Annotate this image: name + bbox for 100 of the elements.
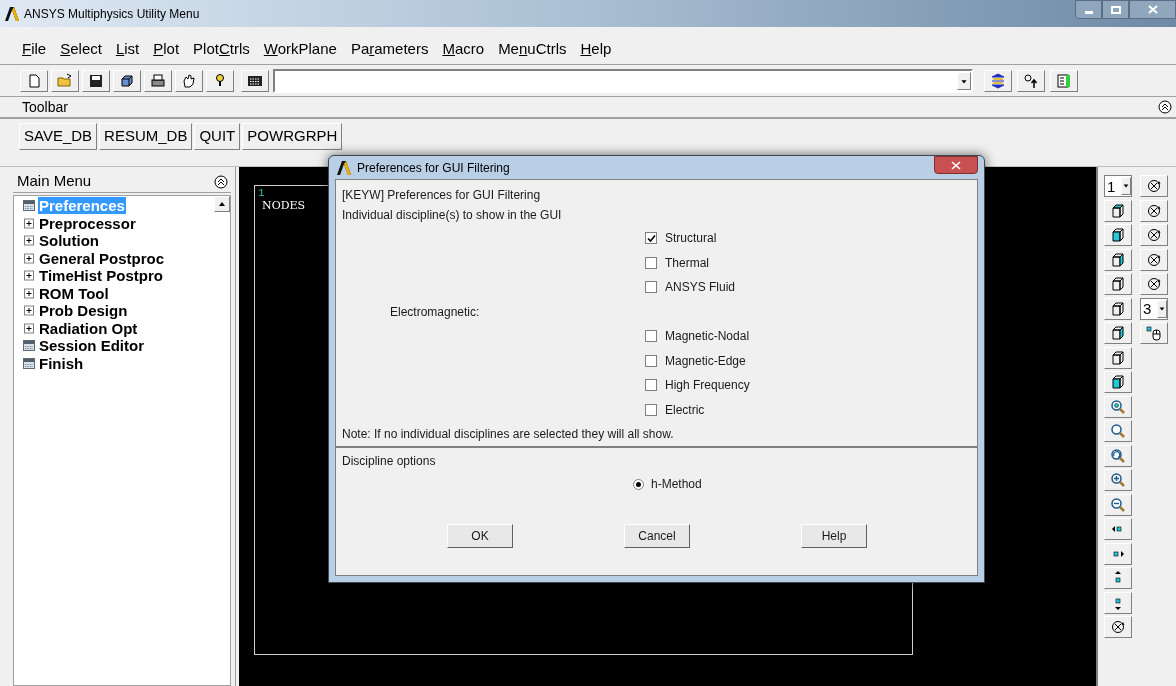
expand-icon[interactable] xyxy=(23,270,35,282)
menu-item[interactable]: Select xyxy=(60,38,102,61)
tool-button[interactable] xyxy=(1104,322,1132,344)
maximize-button[interactable] xyxy=(1102,0,1129,19)
expand-icon[interactable] xyxy=(23,287,35,299)
checkbox[interactable] xyxy=(645,379,657,392)
cube-icon xyxy=(1110,300,1126,317)
dropdown[interactable]: 3 xyxy=(1140,297,1168,320)
window-title: ANSYS Multiphysics Utility Menu xyxy=(24,5,200,23)
cube-icon xyxy=(1110,276,1126,292)
collapse-icon[interactable] xyxy=(1158,100,1172,114)
caret-icon xyxy=(957,71,971,90)
toolbar-button[interactable]: QUIT xyxy=(194,122,241,150)
tool-button[interactable] xyxy=(1104,224,1132,246)
checkbox-label: Magnetic-Nodal xyxy=(665,328,750,346)
menu-tree-item[interactable]: Prob Design xyxy=(38,302,129,320)
dialog-button[interactable]: OK xyxy=(447,524,513,548)
radio-button[interactable] xyxy=(633,478,644,490)
checkbox[interactable] xyxy=(645,232,657,245)
scroll-up-button[interactable] xyxy=(214,196,230,212)
collapse-icon[interactable] xyxy=(214,174,228,189)
expand-icon[interactable] xyxy=(23,217,35,229)
app-logo-icon xyxy=(336,160,352,175)
tool-button[interactable] xyxy=(1140,273,1168,295)
dialog-button[interactable]: Help xyxy=(801,524,867,548)
menu-item[interactable]: File xyxy=(22,38,47,61)
save-icon xyxy=(88,72,104,89)
menu-item[interactable]: PlotCtrls xyxy=(193,38,250,61)
minimize-button[interactable] xyxy=(1075,0,1102,19)
close-button[interactable] xyxy=(934,156,978,174)
tool-button[interactable] xyxy=(1140,322,1168,344)
toolbar-button[interactable]: SAVE_DB xyxy=(19,122,98,150)
tool-button[interactable] xyxy=(1140,199,1168,222)
expand-icon[interactable] xyxy=(23,235,35,247)
tool-button[interactable] xyxy=(1017,69,1045,92)
caret-icon xyxy=(1157,299,1167,318)
rotate-icon xyxy=(1146,227,1162,243)
menu-item[interactable]: MenuCtrls xyxy=(498,38,567,61)
tool-button[interactable] xyxy=(1104,248,1132,271)
menu-tree-item[interactable]: Solution xyxy=(38,232,100,250)
menu-item[interactable]: Plot xyxy=(153,38,180,61)
menu-item[interactable]: Help xyxy=(580,38,612,61)
menu-item[interactable]: Parameters xyxy=(350,38,429,61)
checkbox[interactable] xyxy=(645,256,657,269)
cube-icon xyxy=(1110,374,1126,390)
tool-button[interactable] xyxy=(144,69,172,92)
tool-button[interactable] xyxy=(113,69,141,92)
menu-tree-item[interactable]: Radiation Opt xyxy=(38,319,139,337)
tool-button[interactable] xyxy=(1104,469,1132,491)
tool-button[interactable] xyxy=(1140,248,1168,271)
tool-button[interactable] xyxy=(1104,199,1132,222)
checkbox[interactable] xyxy=(645,403,657,416)
toolbar-button[interactable]: RESUM_DB xyxy=(99,122,193,150)
checkbox-label: ANSYS Fluid xyxy=(665,279,736,297)
menu-item[interactable]: List xyxy=(115,38,140,61)
tool-button[interactable] xyxy=(1104,273,1132,295)
tool-button[interactable] xyxy=(1140,224,1168,246)
checkbox[interactable] xyxy=(645,281,657,294)
rotate-icon xyxy=(1146,251,1162,268)
menu-tree-item[interactable]: Finish xyxy=(38,354,85,372)
toolbar-button[interactable]: POWRGRPH xyxy=(242,122,343,150)
menu-tree-item[interactable]: Session Editor xyxy=(38,337,146,355)
checkbox[interactable] xyxy=(645,330,657,343)
checkbox-label: Electric xyxy=(665,401,705,419)
close-button[interactable] xyxy=(1129,0,1176,19)
menu-tree-item[interactable]: ROM Tool xyxy=(38,284,110,302)
rotate-icon xyxy=(1146,276,1162,292)
expand-icon[interactable] xyxy=(23,305,35,317)
menu-item[interactable]: Macro xyxy=(442,38,485,61)
expand-icon[interactable] xyxy=(23,322,35,334)
radio-label: h-Method xyxy=(651,476,702,493)
menu-item[interactable]: WorkPlane xyxy=(263,38,337,61)
layers-icon xyxy=(990,72,1006,89)
cube-icon xyxy=(119,72,135,89)
tool-button[interactable] xyxy=(1104,616,1132,638)
dynamic-mode-icon xyxy=(1146,325,1162,341)
toolbar-label: Toolbar xyxy=(22,97,68,117)
tool-button[interactable] xyxy=(241,69,269,92)
tool-button[interactable] xyxy=(1140,175,1168,197)
dropdown[interactable]: 1 xyxy=(1104,175,1132,197)
menu-item-icon xyxy=(23,340,35,352)
window-number: 1 xyxy=(258,188,265,199)
rotate-icon xyxy=(1146,178,1162,194)
menu-tree-item[interactable]: Preprocessor xyxy=(38,214,137,232)
menu-tree-item[interactable]: General Postproc xyxy=(38,249,166,267)
tool-button[interactable] xyxy=(1104,297,1132,320)
tool-button[interactable] xyxy=(206,69,234,92)
command-input[interactable] xyxy=(273,68,973,93)
menu-tree-item[interactable]: TimeHist Postpro xyxy=(38,267,164,285)
tool-button[interactable] xyxy=(1104,493,1132,516)
tool-button[interactable] xyxy=(175,69,203,92)
zoom-icon xyxy=(1110,398,1126,415)
tool-button[interactable] xyxy=(1104,371,1132,393)
tool-button[interactable] xyxy=(82,69,110,92)
tool-button[interactable] xyxy=(1104,346,1132,369)
tool-button[interactable] xyxy=(1104,444,1132,467)
expand-icon[interactable] xyxy=(23,252,35,264)
checkbox[interactable] xyxy=(645,354,657,367)
dialog-button[interactable]: Cancel xyxy=(624,524,690,548)
tool-button[interactable] xyxy=(984,69,1012,92)
